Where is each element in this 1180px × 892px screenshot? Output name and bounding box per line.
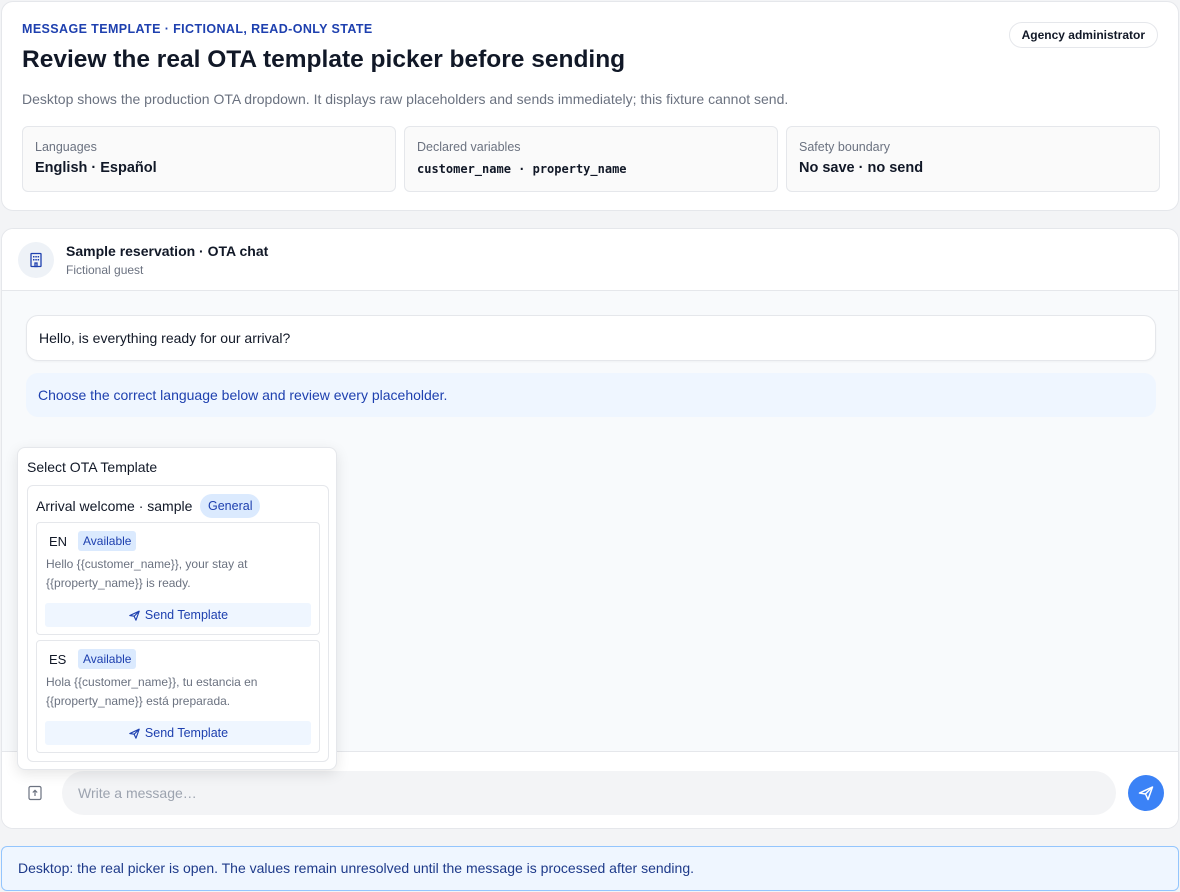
template-category-badge: General — [200, 494, 261, 518]
header-card: MESSAGE TEMPLATE · FICTIONAL, READ-ONLY … — [1, 1, 1179, 211]
chat-title: Sample reservation · OTA chat — [66, 243, 269, 259]
page-subtitle: Desktop shows the production OTA dropdow… — [22, 91, 789, 107]
status-notice: Desktop: the real picker is open. The va… — [1, 846, 1179, 891]
status-badge: Available — [78, 649, 137, 669]
template-body: Hello {{customer_name}}, your stay at {{… — [46, 557, 248, 590]
info-label: Languages — [35, 140, 97, 154]
send-template-button[interactable]: Send Template — [45, 721, 311, 745]
send-icon — [129, 728, 140, 739]
incoming-message: Hello, is everything ready for our arriv… — [26, 315, 1156, 361]
eyebrow-label: MESSAGE TEMPLATE · FICTIONAL, READ-ONLY … — [22, 22, 373, 36]
info-languages: Languages English · Español — [22, 126, 396, 192]
info-value: No save · no send — [799, 160, 924, 176]
send-button[interactable] — [1128, 775, 1164, 811]
template-icon[interactable] — [26, 784, 44, 802]
page-title: Review the real OTA template picker befo… — [22, 46, 626, 73]
send-template-button[interactable]: Send Template — [45, 603, 311, 627]
template-body: Hola {{customer_name}}, tu estancia en {… — [46, 675, 258, 708]
language-card-en: EN Available Hello {{customer_name}}, yo… — [36, 522, 320, 635]
hint-message: Choose the correct language below and re… — [26, 373, 1156, 417]
button-label: Send Template — [144, 608, 229, 622]
message-input[interactable] — [62, 771, 1116, 815]
language-card-es: ES Available Hola {{customer_name}}, tu … — [36, 640, 320, 753]
send-icon — [129, 610, 140, 621]
role-badge: Agency administrator — [1008, 22, 1158, 48]
building-icon — [18, 242, 54, 278]
info-row: Languages English · Español Declared var… — [22, 126, 1160, 192]
language-code: ES — [49, 652, 67, 667]
picker-title: Select OTA Template — [27, 459, 158, 475]
info-label: Declared variables — [417, 140, 521, 154]
info-value: English · Español — [35, 160, 157, 176]
button-label: Send Template — [144, 726, 229, 740]
info-value: customer_name · property_name — [417, 162, 627, 176]
template-name: Arrival welcome · sample — [36, 498, 193, 514]
language-code: EN — [49, 534, 68, 549]
template-picker[interactable]: Select OTA Template Arrival welcome · sa… — [17, 447, 337, 770]
chat-header: Sample reservation · OTA chat Fictional … — [2, 229, 1178, 291]
status-badge: Available — [78, 531, 137, 551]
template-group: Arrival welcome · sample General EN Avai… — [27, 485, 329, 762]
info-label: Safety boundary — [799, 140, 891, 154]
send-icon — [1138, 786, 1154, 801]
chat-subtitle: Fictional guest — [66, 263, 144, 277]
info-variables: Declared variables customer_name · prope… — [404, 126, 778, 192]
info-safety: Safety boundary No save · no send — [786, 126, 1160, 192]
